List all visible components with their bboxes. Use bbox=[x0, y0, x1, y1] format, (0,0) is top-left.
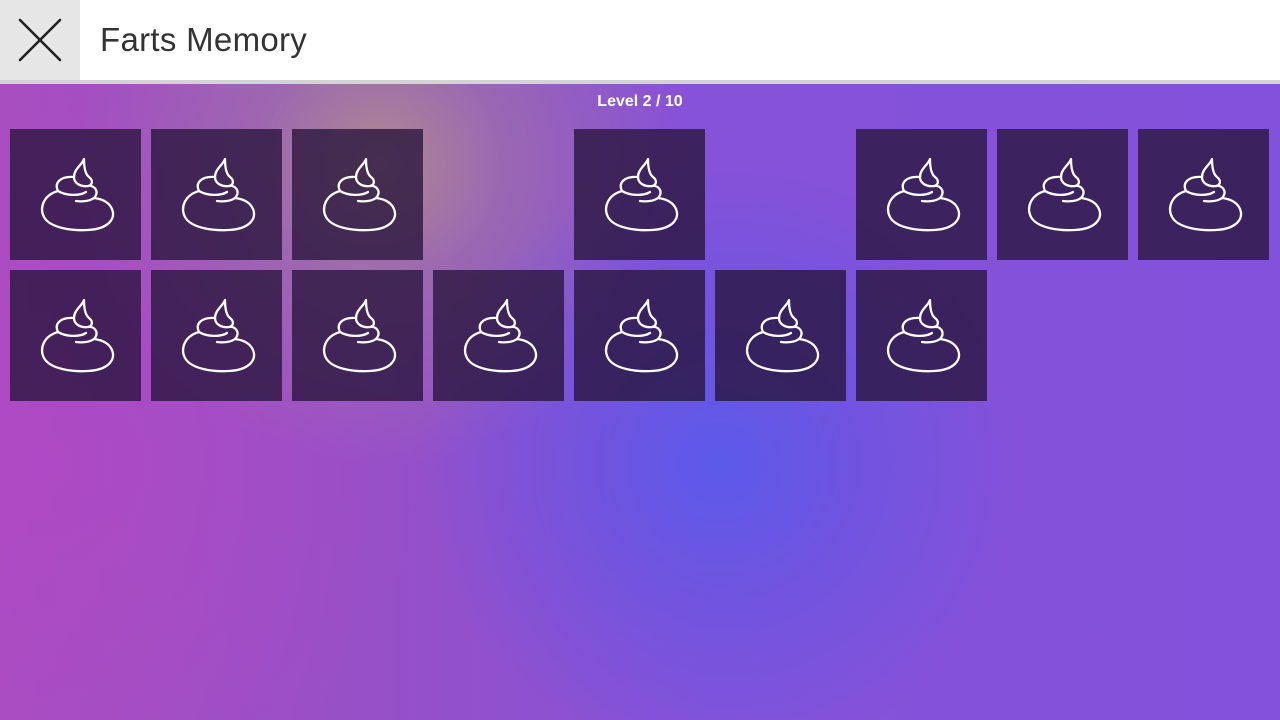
memory-card[interactable] bbox=[574, 129, 705, 260]
poop-icon bbox=[181, 157, 255, 231]
poop-icon bbox=[322, 157, 396, 231]
poop-icon bbox=[40, 298, 114, 372]
poop-icon bbox=[322, 298, 396, 372]
memory-card-matched bbox=[715, 129, 846, 260]
memory-card-matched bbox=[433, 129, 564, 260]
poop-icon bbox=[463, 298, 537, 372]
memory-card[interactable] bbox=[151, 129, 282, 260]
poop-icon bbox=[181, 298, 255, 372]
memory-card[interactable] bbox=[997, 129, 1128, 260]
card-grid bbox=[10, 129, 1270, 401]
memory-card[interactable] bbox=[10, 270, 141, 401]
poop-icon bbox=[886, 157, 960, 231]
memory-card[interactable] bbox=[151, 270, 282, 401]
level-indicator: Level 2 / 10 bbox=[597, 93, 683, 110]
memory-card[interactable] bbox=[10, 129, 141, 260]
game-board: Level 2 / 10 bbox=[0, 84, 1280, 720]
memory-card[interactable] bbox=[1138, 129, 1269, 260]
close-button[interactable] bbox=[0, 0, 80, 80]
memory-card[interactable] bbox=[856, 129, 987, 260]
memory-card[interactable] bbox=[856, 270, 987, 401]
poop-icon bbox=[604, 157, 678, 231]
memory-card[interactable] bbox=[292, 270, 423, 401]
poop-icon bbox=[1168, 157, 1242, 231]
app-title: Farts Memory bbox=[100, 21, 308, 58]
poop-icon bbox=[886, 298, 960, 372]
poop-icon bbox=[1027, 157, 1101, 231]
top-bar: Farts Memory bbox=[0, 0, 1280, 84]
poop-icon bbox=[40, 157, 114, 231]
memory-card[interactable] bbox=[433, 270, 564, 401]
memory-card[interactable] bbox=[715, 270, 846, 401]
poop-icon bbox=[604, 298, 678, 372]
close-icon bbox=[18, 18, 62, 62]
memory-card[interactable] bbox=[574, 270, 705, 401]
poop-icon bbox=[745, 298, 819, 372]
memory-card[interactable] bbox=[292, 129, 423, 260]
